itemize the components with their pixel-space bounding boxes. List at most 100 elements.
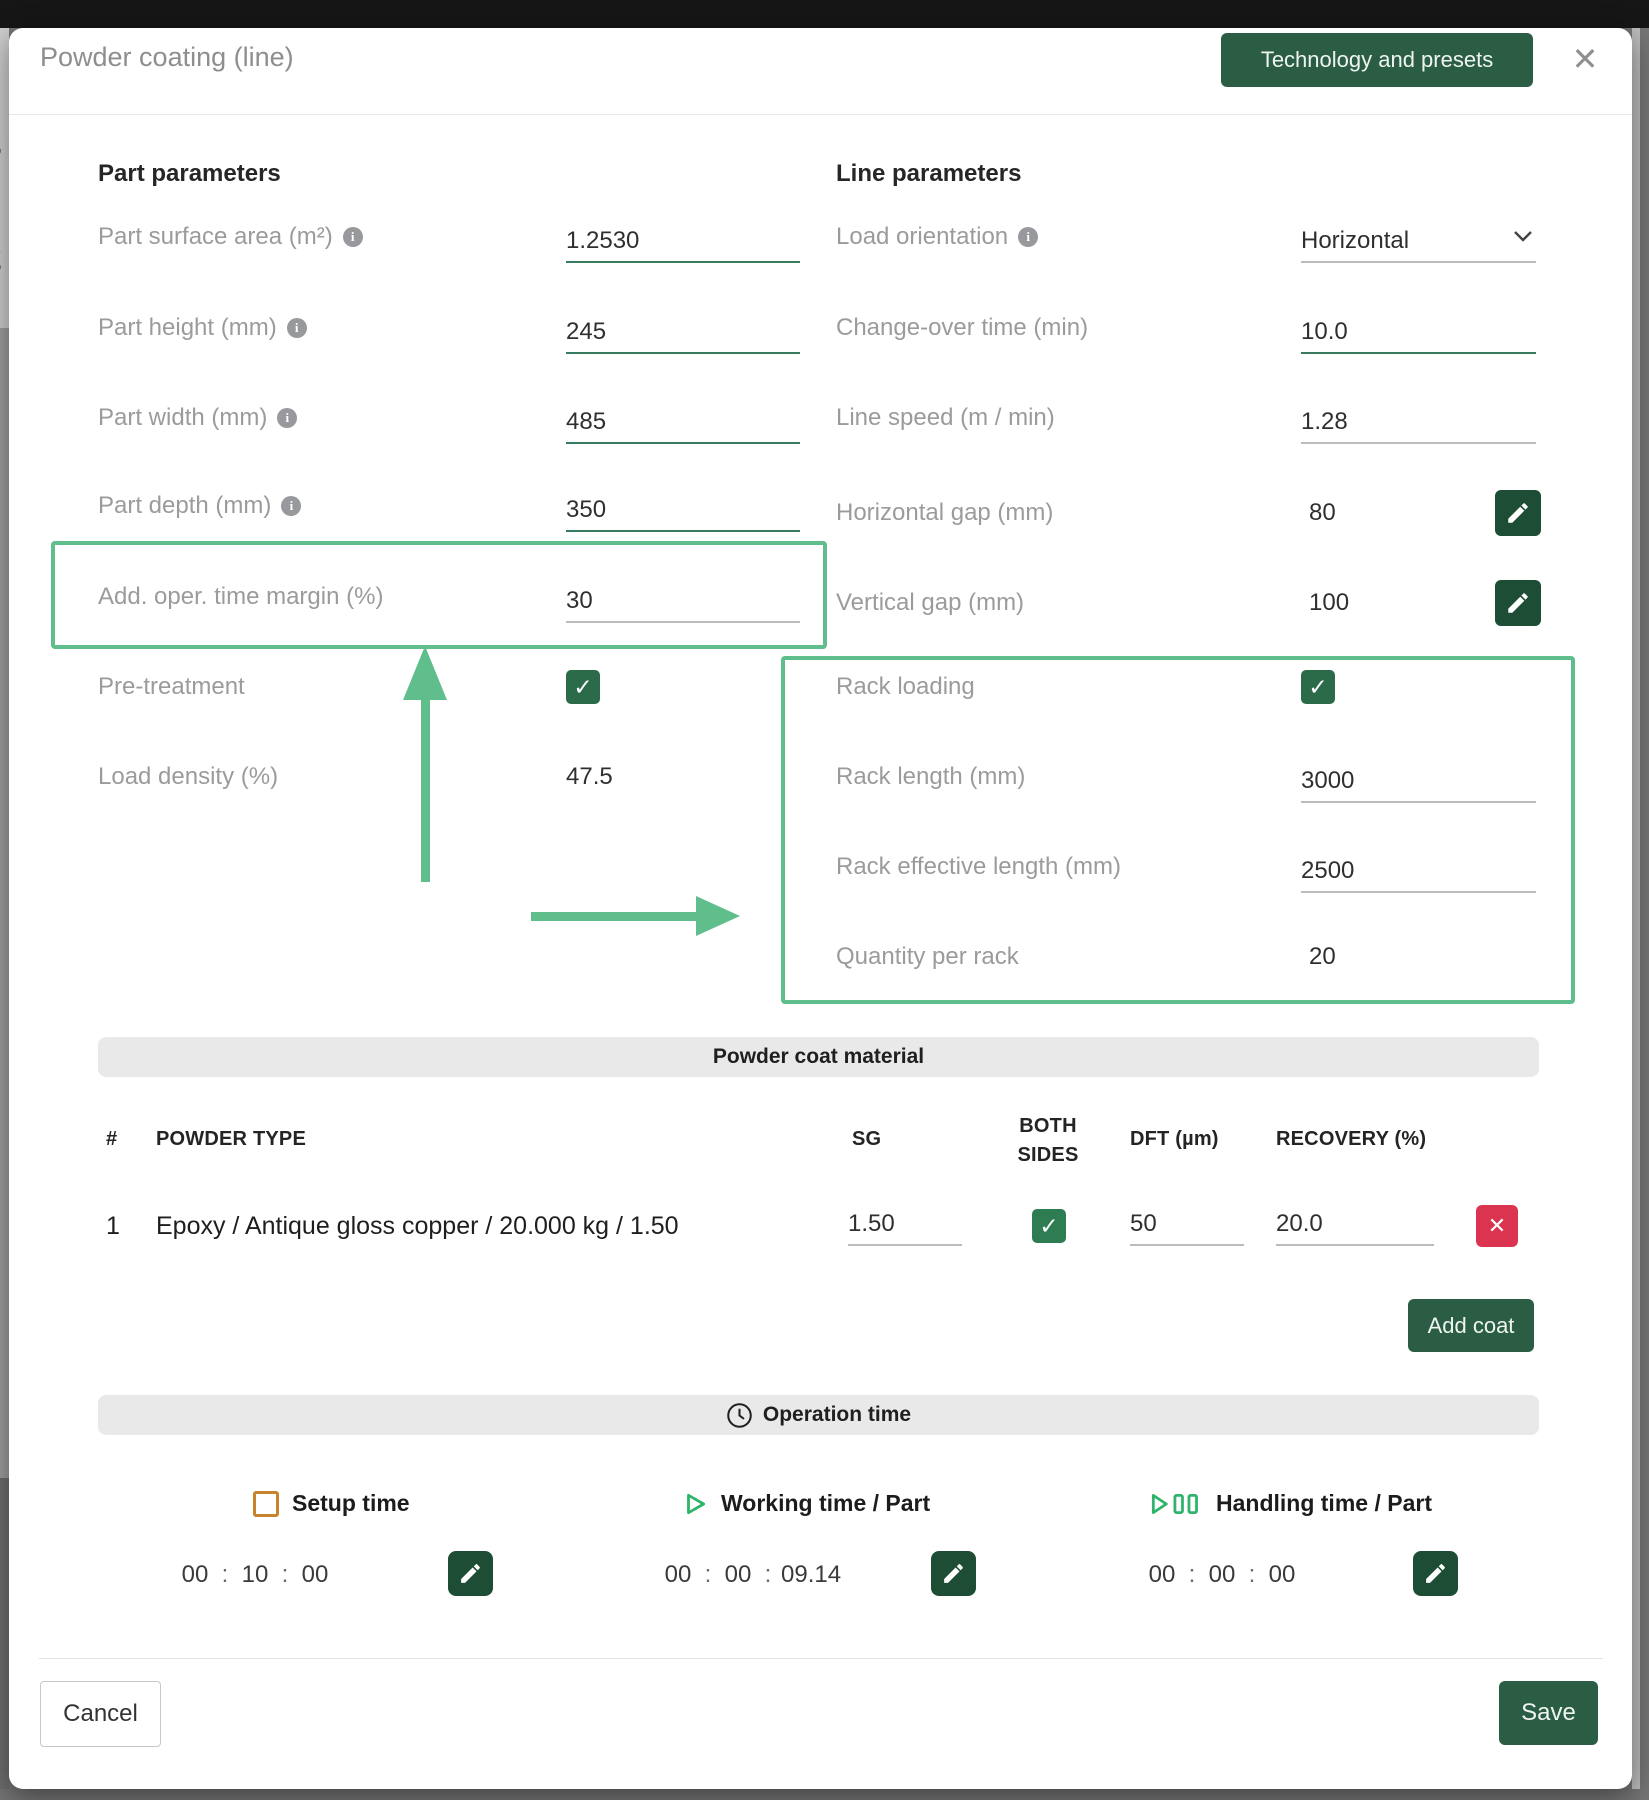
setup-minutes[interactable]: 10 [238,1561,272,1589]
pencil-icon [1505,590,1531,616]
edit-handling-time-button[interactable] [1413,1551,1458,1596]
handling-seconds[interactable]: 00 [1265,1561,1299,1589]
load-orientation-select[interactable]: Horizontal [1301,213,1536,263]
oper-time-margin-input[interactable]: 30 [566,573,800,623]
edit-horizontal-gap-button[interactable] [1495,490,1541,536]
line-parameters-heading: Line parameters [836,160,1021,188]
col-header-sg: SG [852,1128,881,1151]
operation-time-title: Operation time [763,1403,911,1427]
close-icon[interactable]: ✕ [1562,36,1608,82]
info-icon[interactable]: i [343,227,363,247]
col-header-powder-type: POWDER TYPE [156,1128,306,1151]
edit-setup-time-button[interactable] [448,1551,493,1596]
field-row-pretreatment: Pre-treatment [98,657,838,717]
add-coat-button[interactable]: Add coat [1408,1299,1534,1352]
info-icon[interactable]: i [1018,227,1038,247]
handling-minutes[interactable]: 00 [1205,1561,1239,1589]
field-row-rack-length: Rack length (mm) 3000 [836,747,1606,807]
annotation-arrow-right-shaft [531,912,697,921]
handling-time-label: Handling time / Part [1216,1490,1432,1517]
load-orientation-label: Load orientation [836,223,1008,251]
play-icon [682,1491,708,1517]
play-pause-icon [1149,1491,1203,1517]
info-icon[interactable]: i [287,318,307,338]
both-sides-checkbox[interactable] [1032,1209,1066,1243]
handling-time-value: 00 : 00 : 00 [1145,1552,1299,1598]
rack-loading-checkbox[interactable] [1301,670,1335,704]
info-icon[interactable]: i [281,496,301,516]
part-width-input[interactable]: 485 [566,394,800,444]
operation-time-bar: Operation time [98,1395,1539,1435]
powder-coating-dialog [9,28,1632,1789]
sg-input[interactable]: 1.50 [848,1196,962,1246]
dft-input[interactable]: 50 [1130,1196,1244,1246]
setup-time-label: Setup time [292,1490,410,1517]
edit-vertical-gap-button[interactable] [1495,580,1541,626]
material-row-type: Epoxy / Antique gloss copper / 20.000 kg… [156,1212,679,1241]
dialog-title: Powder coating (line) [40,42,294,73]
edit-working-time-button[interactable] [931,1551,976,1596]
annotation-arrow-up-head [403,646,447,700]
field-row-vertical-gap: Vertical gap (mm) 100 [836,573,1606,633]
pretreatment-checkbox[interactable] [566,670,600,704]
clock-icon [726,1402,753,1429]
field-row-quantity-per-rack: Quantity per rack 20 [836,927,1606,987]
rack-loading-label: Rack loading [836,673,975,701]
horizontal-gap-label: Horizontal gap (mm) [836,499,1053,527]
field-row-load-orientation: Load orientation i Horizontal [836,207,1606,267]
technology-presets-button[interactable]: Technology and presets [1221,33,1533,87]
rack-effective-length-input[interactable]: 2500 [1301,843,1536,893]
line-speed-label: Line speed (m / min) [836,404,1055,432]
powder-coat-material-bar: Powder coat material [98,1037,1539,1077]
powder-coat-material-title: Powder coat material [713,1045,924,1069]
chevron-down-icon [1514,221,1532,249]
field-row-rack-effective-length: Rack effective length (mm) 2500 [836,837,1606,897]
delete-icon: ✕ [1488,1213,1506,1239]
pencil-icon [941,1561,966,1586]
changeover-time-input[interactable]: 10.0 [1301,304,1536,354]
delete-coat-button[interactable]: ✕ [1476,1205,1518,1247]
setup-time-group-label: Setup time [253,1490,410,1517]
quantity-per-rack-value: 20 [1309,943,1336,971]
field-row-load-density: Load density (%) 47.5 [98,747,838,807]
setup-hours[interactable]: 00 [178,1561,212,1589]
pretreatment-label: Pre-treatment [98,673,245,701]
line-speed-input[interactable]: 1.28 [1301,394,1536,444]
handling-hours[interactable]: 00 [1145,1561,1179,1589]
col-header-recovery: RECOVERY (%) [1276,1128,1426,1151]
cancel-label: Cancel [63,1700,138,1728]
field-row-part-depth: Part depth (mm) i 350 [98,476,838,536]
part-depth-input[interactable]: 350 [566,482,800,532]
backdrop-top-bar [0,0,1649,28]
recovery-input[interactable]: 20.0 [1276,1196,1434,1246]
load-orientation-value: Horizontal [1301,227,1409,255]
backdrop-left-strip: 3 2 [0,28,9,1789]
info-icon[interactable]: i [277,408,297,428]
working-hours[interactable]: 00 [661,1561,695,1589]
cancel-button[interactable]: Cancel [40,1681,161,1747]
field-row-line-speed: Line speed (m / min) 1.28 [836,388,1606,448]
col-header-both-sides: BOTH SIDES [992,1112,1104,1170]
setup-seconds[interactable]: 00 [298,1561,332,1589]
part-height-input[interactable]: 245 [566,304,800,354]
field-row-horizontal-gap: Horizontal gap (mm) 80 [836,483,1606,543]
pencil-icon [458,1561,483,1586]
oper-time-margin-label: Add. oper. time margin (%) [98,583,383,611]
field-row-part-surface-area: Part surface area (m²) i 1.2530 [98,207,838,267]
working-seconds[interactable]: 09.14 [781,1561,841,1589]
changeover-time-label: Change-over time (min) [836,314,1088,342]
load-density-value: 47.5 [566,763,613,791]
quantity-per-rack-label: Quantity per rack [836,943,1019,971]
rack-length-input[interactable]: 3000 [1301,753,1536,803]
header-divider [9,114,1632,115]
annotation-arrow-up-shaft [421,698,430,882]
setup-time-value: 00 : 10 : 00 [178,1552,332,1598]
part-depth-label: Part depth (mm) [98,492,271,520]
working-time-group-label: Working time / Part [682,1490,930,1517]
save-button[interactable]: Save [1499,1681,1598,1745]
part-surface-area-label: Part surface area (m²) [98,223,333,251]
part-surface-area-input[interactable]: 1.2530 [566,213,800,263]
save-label: Save [1521,1699,1576,1727]
working-time-value: 00 : 00 : 09.14 [661,1552,841,1598]
working-minutes[interactable]: 00 [721,1561,755,1589]
